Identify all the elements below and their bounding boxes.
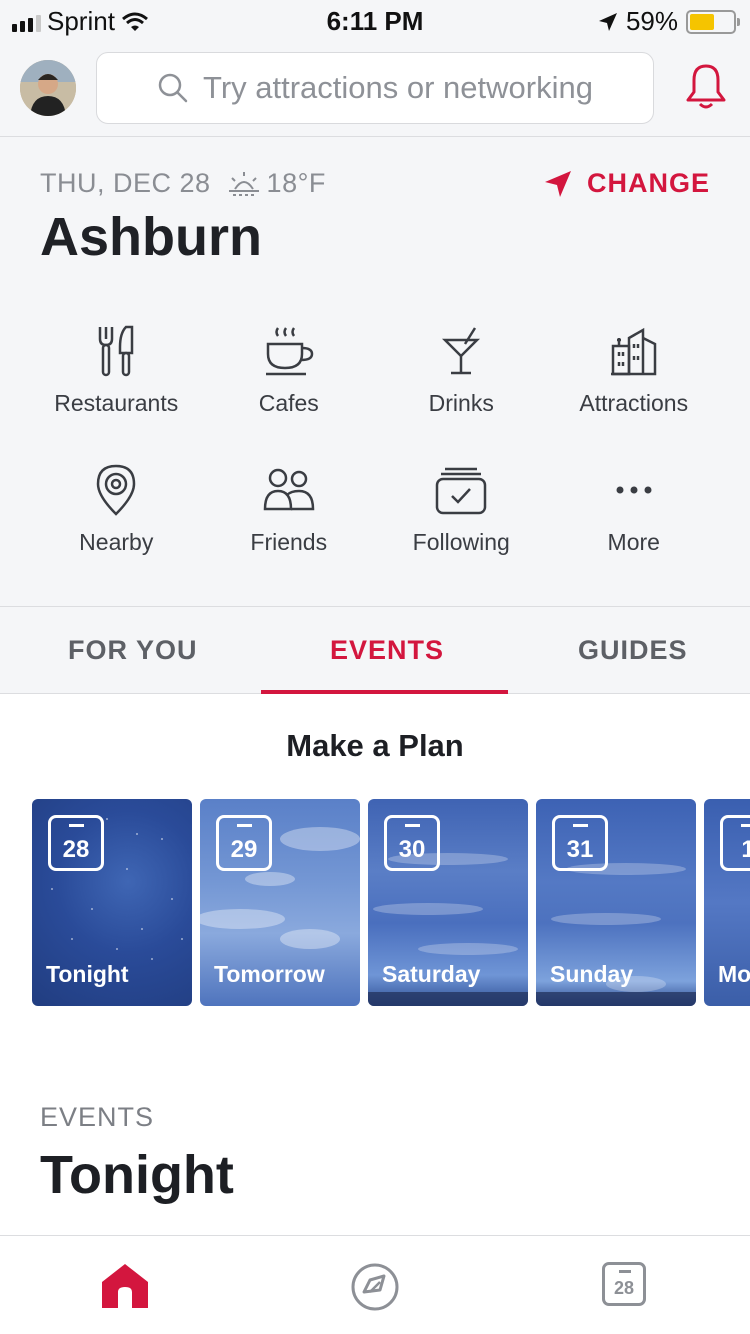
calendar-badge-icon: 29 [216,815,272,871]
section-kicker: EVENTS [40,1102,155,1132]
category-cafes[interactable]: Cafes [203,322,376,417]
city-name: Ashburn [40,207,262,267]
fork-knife-icon [86,322,146,380]
category-label: Nearby [79,529,154,555]
change-label: CHANGE [586,168,710,198]
category-label: Attractions [579,390,689,416]
plan-card-label: Sunday [550,961,634,987]
horizon [536,992,696,1006]
more-dots-icon [604,461,664,519]
temperature: 18°F [266,168,326,198]
category-restaurants[interactable]: Restaurants [30,322,203,417]
battery-icon [686,9,740,34]
category-friends[interactable]: Friends [203,461,376,556]
location-arrow-icon [598,12,617,31]
section-tabs: FOR YOU EVENTS GUIDES [0,606,750,694]
category-label: Restaurants [54,390,179,416]
category-label: Drinks [428,390,494,416]
section-title: Tonight [40,1145,234,1205]
change-location-button[interactable]: CHANGE [543,168,710,199]
make-a-plan-title: Make a Plan [286,728,464,763]
search-bar[interactable]: Try attractions or networking [96,52,654,124]
avatar[interactable] [20,60,76,116]
plan-card-label: Tonight [46,961,129,987]
calendar-badge-icon: 30 [384,815,440,871]
compass-icon [351,1263,399,1311]
events-content: Make a Plan 28 Tonight 29 Tomorrow 30 Sa… [0,694,750,1235]
plan-card-saturday[interactable]: 30 Saturday [368,799,528,1006]
home-icon [102,1264,148,1308]
cocktail-icon [431,322,491,380]
coffee-cup-icon [259,322,319,380]
category-grid: Restaurants Cafes Drinks Attractions Nea… [30,322,720,556]
friends-icon [259,461,319,519]
search-placeholder: Try attractions or networking [203,70,593,105]
tab-for-you[interactable]: FOR YOU [68,635,198,666]
calendar-badge-icon: 1 [720,815,750,871]
bottom-nav: 28 [0,1235,750,1334]
category-nearby[interactable]: Nearby [30,461,203,556]
category-more[interactable]: More [548,461,721,556]
category-label: More [607,529,660,555]
nav-explore[interactable] [350,1262,400,1317]
plan-card-label: Mo [718,961,750,987]
status-bar: Sprint 6:11 PM 59% [0,0,750,40]
notifications-button[interactable] [684,62,728,117]
plan-card-monday[interactable]: 1 Mo [704,799,750,1006]
nav-calendar[interactable]: 28 [602,1262,646,1306]
navigation-arrow-icon [544,170,571,197]
location-pin-icon [86,461,146,519]
sunrise-weather-icon [228,171,259,196]
plan-card-label: Saturday [382,961,481,987]
battery-percent: 59% [625,6,678,36]
following-calendar-icon [431,461,491,519]
plan-card-tomorrow[interactable]: 29 Tomorrow [200,799,360,1006]
plan-card-tonight[interactable]: 28 Tonight [32,799,192,1006]
category-label: Cafes [258,390,319,416]
nav-home[interactable] [100,1262,150,1315]
category-label: Friends [250,529,328,555]
plan-card-label: Tomorrow [214,961,325,987]
current-date: THU, DEC 28 [40,168,211,198]
calendar-badge-icon: 31 [552,815,608,871]
category-drinks[interactable]: Drinks [375,322,548,417]
tab-events[interactable]: EVENTS [330,635,444,666]
plan-card-sunday[interactable]: 31 Sunday [536,799,696,1006]
search-icon [158,73,188,103]
category-attractions[interactable]: Attractions [548,322,721,417]
app-header: Try attractions or networking [0,40,750,137]
tab-guides[interactable]: GUIDES [578,635,688,666]
calendar-icon: 28 [602,1262,646,1306]
calendar-badge-icon: 28 [48,815,104,871]
category-following[interactable]: Following [375,461,548,556]
date-weather-row: THU, DEC 28 18°F [40,168,326,199]
horizon [368,992,528,1006]
category-label: Following [412,529,510,555]
bell-icon [686,64,726,109]
buildings-icon [604,322,664,380]
